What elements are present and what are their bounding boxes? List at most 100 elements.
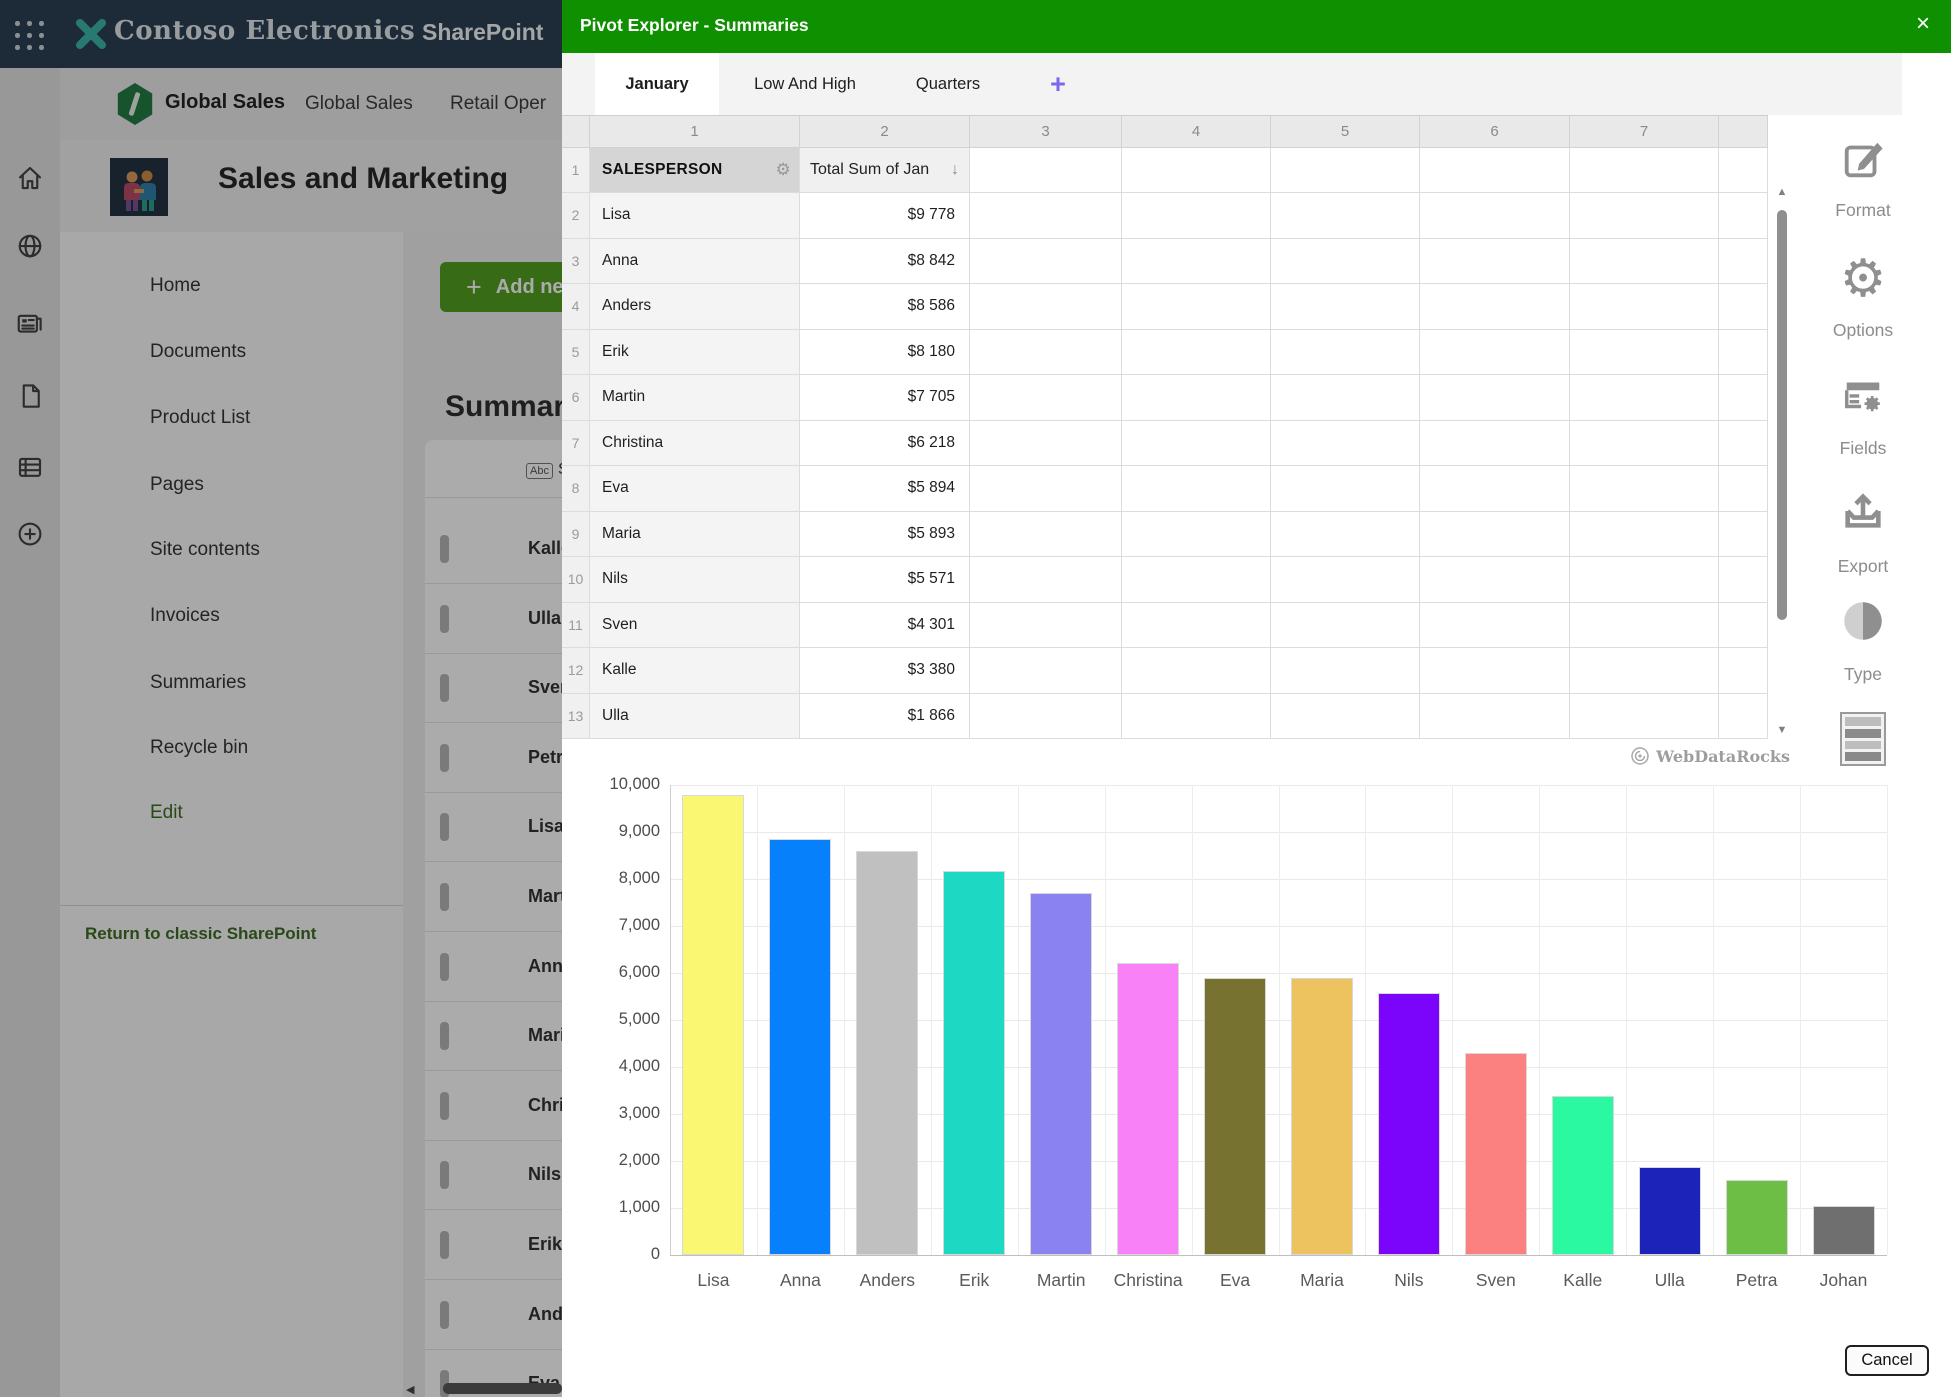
pivot-cell[interactable] <box>1122 603 1271 649</box>
pivot-col-header[interactable]: 4 <box>1122 116 1271 148</box>
pivot-cell[interactable] <box>1271 193 1420 239</box>
scrollbar-thumb[interactable] <box>1777 210 1787 620</box>
pivot-cell[interactable] <box>1122 557 1271 603</box>
pivot-cell[interactable] <box>1570 193 1719 239</box>
pivot-cell[interactable] <box>1122 330 1271 376</box>
pivot-cell[interactable] <box>1420 239 1570 285</box>
pivot-name-cell[interactable]: Martin <box>590 375 800 421</box>
fields-label[interactable]: Fields <box>1798 438 1928 459</box>
format-label[interactable]: Format <box>1798 200 1928 221</box>
scroll-up-icon[interactable]: ▲ <box>1774 186 1790 198</box>
pivot-cell[interactable] <box>970 648 1122 694</box>
pivot-value-cell[interactable]: $8 180 <box>800 330 970 376</box>
pivot-cell[interactable] <box>1420 648 1570 694</box>
pivot-cell[interactable] <box>1719 193 1768 239</box>
pivot-name-cell[interactable]: Sven <box>590 603 800 649</box>
pivot-cell[interactable] <box>1570 421 1719 467</box>
pivot-cell[interactable] <box>1719 330 1768 376</box>
pivot-cell[interactable] <box>1719 284 1768 330</box>
pivot-cell[interactable] <box>1420 421 1570 467</box>
pivot-name-cell[interactable]: Erik <box>590 330 800 376</box>
pivot-cell[interactable] <box>1420 512 1570 558</box>
pivot-cell[interactable] <box>1719 375 1768 421</box>
sort-desc-icon[interactable]: ↓ <box>951 161 959 179</box>
pivot-measure-cell[interactable]: Total Sum of Jan↓ <box>800 148 970 193</box>
export-label[interactable]: Export <box>1798 556 1928 577</box>
pivot-value-cell[interactable]: $8 586 <box>800 284 970 330</box>
pivot-col-header[interactable]: 3 <box>970 116 1122 148</box>
options-label[interactable]: Options <box>1798 320 1928 341</box>
pivot-col-header[interactable]: 2 <box>800 116 970 148</box>
pivot-cell[interactable] <box>1420 603 1570 649</box>
pivot-col-header[interactable]: 7 <box>1570 116 1719 148</box>
pivot-cell[interactable] <box>1719 466 1768 512</box>
scroll-down-icon[interactable]: ▼ <box>1774 724 1790 736</box>
pivot-cell[interactable] <box>1719 648 1768 694</box>
tab-january[interactable]: January <box>595 53 719 115</box>
pivot-name-cell[interactable]: Eva <box>590 466 800 512</box>
pivot-cell[interactable] <box>1122 421 1271 467</box>
pivot-cell[interactable] <box>970 557 1122 603</box>
pivot-cell[interactable] <box>970 284 1122 330</box>
tab-low-and-high[interactable]: Low And High <box>732 53 878 115</box>
webdatarocks-branding[interactable]: WebDataRocks <box>1552 746 1790 766</box>
pivot-value-cell[interactable]: $4 301 <box>800 603 970 649</box>
pivot-value-cell[interactable]: $5 894 <box>800 466 970 512</box>
pivot-cell[interactable] <box>1122 284 1271 330</box>
pivot-name-cell[interactable]: Anders <box>590 284 800 330</box>
pivot-cell[interactable] <box>1122 466 1271 512</box>
pivot-cell[interactable] <box>1719 557 1768 603</box>
pivot-cell[interactable] <box>1271 557 1420 603</box>
pivot-cell[interactable] <box>1271 694 1420 740</box>
pivot-value-cell[interactable]: $1 866 <box>800 694 970 740</box>
pivot-cell[interactable] <box>1271 330 1420 376</box>
pivot-cell[interactable] <box>1570 466 1719 512</box>
pivot-cell[interactable] <box>970 330 1122 376</box>
pivot-cell[interactable] <box>1570 239 1719 285</box>
pivot-cell[interactable] <box>1122 648 1271 694</box>
pivot-cell[interactable] <box>1420 557 1570 603</box>
pivot-cell[interactable] <box>1420 330 1570 376</box>
pivot-cell[interactable] <box>1122 239 1271 285</box>
pivot-cell[interactable] <box>1271 284 1420 330</box>
pivot-value-cell[interactable]: $9 778 <box>800 193 970 239</box>
pivot-cell[interactable] <box>1570 284 1719 330</box>
pivot-cell[interactable] <box>1570 603 1719 649</box>
pivot-cell[interactable] <box>1570 330 1719 376</box>
pivot-cell[interactable] <box>1570 648 1719 694</box>
options-icon[interactable]: ⚙ <box>1840 256 1887 302</box>
pivot-value-cell[interactable]: $6 218 <box>800 421 970 467</box>
grid-view-icon[interactable] <box>1840 712 1886 766</box>
pivot-cell[interactable] <box>970 603 1122 649</box>
pivot-cell[interactable] <box>970 193 1122 239</box>
pivot-cell[interactable] <box>1271 648 1420 694</box>
pivot-field-cell[interactable]: SALESPERSON⚙ <box>590 148 800 193</box>
pivot-cell[interactable] <box>970 239 1122 285</box>
pivot-cell[interactable] <box>1271 603 1420 649</box>
add-sheet-icon[interactable]: + <box>1040 53 1076 115</box>
type-label[interactable]: Type <box>1798 664 1928 685</box>
fields-icon[interactable] <box>1840 372 1886 423</box>
pivot-cell[interactable] <box>1271 421 1420 467</box>
pivot-cell[interactable] <box>970 421 1122 467</box>
pivot-cell[interactable] <box>1719 603 1768 649</box>
pivot-cell[interactable] <box>1122 375 1271 421</box>
pivot-cell[interactable] <box>1122 694 1271 740</box>
pivot-col-header[interactable]: 6 <box>1420 116 1570 148</box>
pivot-cell[interactable] <box>1570 694 1719 740</box>
pivot-name-cell[interactable]: Christina <box>590 421 800 467</box>
pivot-cell[interactable] <box>1719 239 1768 285</box>
pivot-cell[interactable] <box>970 512 1122 558</box>
pivot-cell[interactable] <box>1570 148 1719 193</box>
pivot-name-cell[interactable]: Maria <box>590 512 800 558</box>
pivot-col-header[interactable]: 1 <box>590 116 800 148</box>
pivot-cell[interactable] <box>1271 375 1420 421</box>
pivot-cell[interactable] <box>1420 193 1570 239</box>
pivot-name-cell[interactable]: Ulla <box>590 694 800 740</box>
pivot-value-cell[interactable]: $5 893 <box>800 512 970 558</box>
tab-quarters[interactable]: Quarters <box>892 53 1004 115</box>
pivot-cell[interactable] <box>1271 148 1420 193</box>
pivot-name-cell[interactable]: Anna <box>590 239 800 285</box>
pivot-cell[interactable] <box>1570 375 1719 421</box>
pivot-cell[interactable] <box>1719 694 1768 740</box>
